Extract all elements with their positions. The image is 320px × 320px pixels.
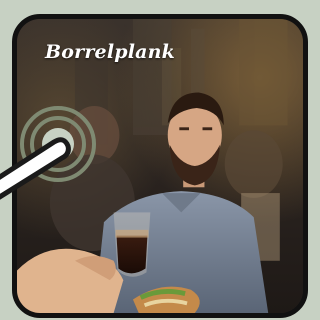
card-title: Borrelplank	[45, 41, 176, 63]
tap-pointer-icon	[0, 106, 96, 200]
page: Borrelplank	[0, 0, 310, 320]
